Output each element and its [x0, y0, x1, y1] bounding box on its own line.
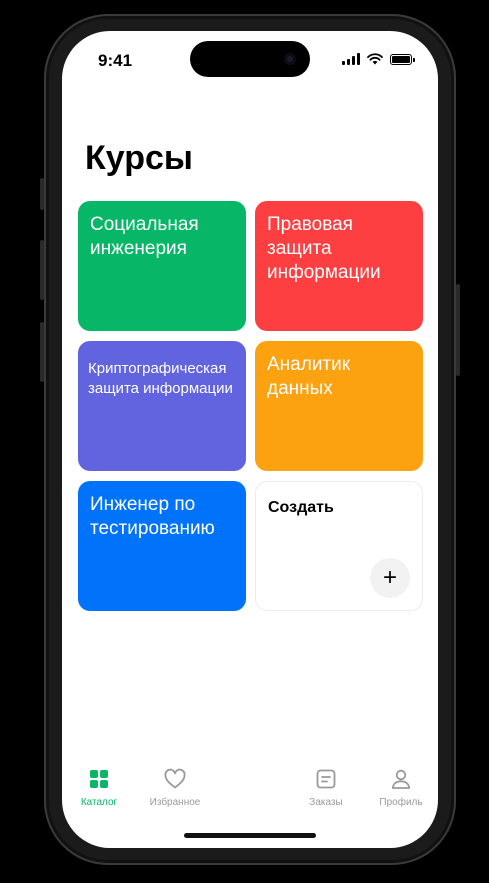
- create-course-card[interactable]: Создать +: [255, 481, 423, 611]
- page-title: Курсы: [85, 139, 193, 177]
- course-card-legal-protection[interactable]: Правовая защита информации: [255, 201, 423, 331]
- course-card-title: Криптографическая защита информации: [88, 360, 233, 397]
- tab-label: Профиль: [379, 797, 423, 808]
- tab-profile[interactable]: Профиль: [366, 767, 436, 808]
- tab-favorites[interactable]: Избранное: [140, 767, 210, 808]
- battery-icon: [390, 53, 415, 65]
- volume-down-button: [40, 322, 44, 382]
- tab-label: Каталог: [80, 797, 118, 808]
- course-card-qa-engineer[interactable]: Инженер по тестированию: [78, 481, 246, 611]
- course-card-social-engineering[interactable]: Социальная инженерия: [78, 201, 246, 331]
- status-time: 9:41: [98, 51, 133, 70]
- screen: 9:41 Курсы Социальная инженерия Правовая…: [62, 31, 438, 848]
- tab-label: Заказы: [309, 797, 343, 808]
- mute-switch: [40, 178, 44, 210]
- volume-up-button: [40, 240, 44, 300]
- create-card-title: Создать: [268, 499, 334, 516]
- cellular-signal-icon: [342, 53, 360, 65]
- course-card-title: Аналитик данных: [267, 354, 351, 399]
- grid-icon: [90, 770, 108, 788]
- home-indicator: [184, 833, 316, 838]
- status-icons: [342, 53, 415, 65]
- tab-label: Избранное: [149, 797, 201, 808]
- tab-orders[interactable]: Заказы: [291, 767, 361, 808]
- course-card-cryptographic-protection[interactable]: Криптографическая защита информации: [78, 341, 246, 471]
- tab-catalog[interactable]: Каталог: [64, 767, 134, 808]
- course-card-title: Правовая защита информации: [267, 214, 381, 283]
- course-card-title: Инженер по тестированию: [90, 494, 215, 539]
- course-card-title: Социальная инженерия: [90, 214, 199, 259]
- orders-icon: [316, 769, 336, 789]
- camera-icon: [284, 53, 296, 65]
- plus-icon[interactable]: +: [370, 558, 410, 598]
- heart-icon: [164, 768, 186, 789]
- power-button: [456, 284, 460, 376]
- dynamic-island: [190, 41, 310, 77]
- profile-icon: [391, 769, 411, 789]
- wifi-icon: [367, 53, 383, 65]
- course-card-data-analyst[interactable]: Аналитик данных: [255, 341, 423, 471]
- tab-bar: Каталог Избранное Заказы Профиль: [62, 767, 438, 827]
